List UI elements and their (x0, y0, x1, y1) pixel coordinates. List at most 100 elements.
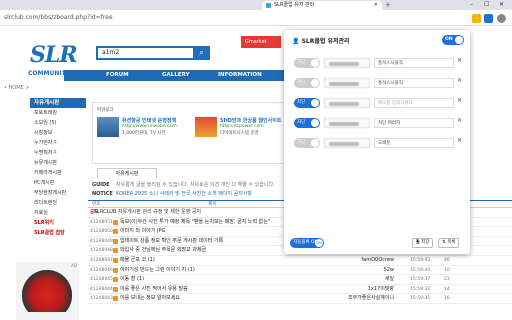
remove-icon[interactable]: ✕ (457, 77, 462, 84)
remove-icon[interactable]: ✕ (457, 57, 462, 64)
remove-icon[interactable]: ✕ (457, 97, 462, 104)
tab-close-icon[interactable]: ✕ (374, 1, 378, 10)
block-toggle-label: 차단 (297, 80, 306, 85)
post-subject[interactable]: SLRCLUB 자유게시판 관리 규정 및 제한 운영 공지 (94, 208, 201, 217)
breadcrumb[interactable]: • HOME > (4, 85, 30, 91)
nav-information[interactable]: INFORMATION (218, 70, 262, 81)
minimize-icon[interactable]: – (470, 0, 473, 10)
sidebar-item[interactable]: PC게시판 (30, 178, 86, 188)
sidebar-item[interactable]: SLR위키 (30, 218, 86, 228)
url-field[interactable]: slrclub.com/bbs/zboard.php?id=free (4, 13, 113, 23)
post-subject[interactable]: 매물 군포 코 (1) (120, 256, 155, 265)
blurred-text (329, 102, 359, 106)
post-author[interactable]: 1x17이빛랑 (334, 285, 394, 294)
post-subject[interactable]: 이미지 외 이야기 JPG (120, 227, 165, 236)
post-subject[interactable]: 업데이트 상품 정보 확인 주문 게시판 데이터 기록 (120, 237, 223, 246)
user-id-field-blurred[interactable] (324, 78, 370, 88)
list-button[interactable]: ⇅ 목록 (438, 238, 460, 248)
sidebar-item[interactable]: 포토트레킹 (30, 108, 86, 118)
memo-field[interactable]: 차단 여러자 (374, 118, 454, 128)
browser-tab[interactable]: SLR클럽 유저 관리 ✕ (262, 1, 382, 10)
power-link-box: 파워링크 뮤션항공 인테넷 운영정책 http://www.nnwebn.com… (92, 102, 290, 164)
blurred-text (329, 122, 359, 126)
remove-icon[interactable]: ✕ (457, 117, 462, 124)
guide-box: GUIDE 자유롭게 글을 올리실 수 있습니다. 자유로운 의견 개진 다 해줄… (92, 181, 292, 199)
block-toggle[interactable]: 차단 (294, 98, 320, 108)
sidebar-header[interactable]: 자유게시판 (30, 98, 86, 108)
save-button-label: 저장 (421, 240, 430, 245)
gmarket-banner[interactable]: Gmarket (241, 36, 281, 48)
post-subject[interactable]: 이를 보내는 정보 알아보세요 (120, 294, 180, 303)
bookmark-star-icon[interactable] (472, 14, 481, 23)
table-row[interactable]: 41248046 이야기성 만드는 그런 이야기 지 (1) S2w 15:59:40… (88, 266, 512, 276)
sidebar-item[interactable]: SLR클럽 잡담 (30, 228, 86, 238)
block-toggle[interactable]: 차단 (294, 58, 320, 68)
memo-field[interactable]: 홍석스시블직 (374, 58, 454, 68)
user-id-field-blurred[interactable] (324, 98, 370, 108)
block-toggle-label: 차단 (297, 100, 306, 105)
save-button[interactable]: 🗎 저장 (412, 238, 434, 248)
user-id-field-blurred[interactable] (324, 118, 370, 128)
block-toggle[interactable]: 차단 (294, 118, 320, 128)
sidebar-item-label: SLR클럽 잡담 (34, 230, 65, 236)
sidebar-item[interactable]: 시장정보 (30, 128, 86, 138)
table-row[interactable]: 41248045 이동 장 (1) 세잎 15:59:37 23 (88, 275, 512, 285)
master-toggle[interactable]: ON (442, 35, 464, 45)
profile-icon[interactable] (497, 14, 506, 23)
ad-unit[interactable]: SHD방과 한상품 웹인사이트 http://dcpower.com 다이렉트시… (195, 117, 285, 157)
sidebar-item[interactable]: 자료실 (30, 208, 86, 218)
site-logo[interactable]: SLR (30, 42, 78, 68)
post-subject[interactable]: 와입사 중 건님께님 주목문 외장교 과제금 (120, 246, 206, 255)
sidebar-item[interactable]: 부당한장게시판 (30, 188, 86, 198)
autosave-toggle[interactable]: 자동블록 ON ON (290, 238, 324, 248)
new-tab-icon[interactable]: + (385, 0, 391, 10)
memo-field[interactable]: 홍석스시블직 (374, 78, 454, 88)
ad-title[interactable]: SHD방과 한상품 웹인사이트 (220, 117, 290, 124)
nav-gallery[interactable]: GALLERY (162, 70, 189, 81)
sidebar-item[interactable]: 리더트렌딩 (30, 198, 86, 208)
post-date: 15:59:32 (410, 286, 431, 292)
maximize-icon[interactable]: ☐ (484, 0, 489, 10)
post-subject[interactable]: 독보(이)두칸 사진 투가 예정 제목 "팬을 눈치보는 패장, 궁지 노력 없… (120, 218, 270, 227)
search-input[interactable]: a1m2 (96, 46, 195, 60)
post-subject[interactable]: 이를 좋은 사진 찍어서 유용 말씀 (120, 285, 188, 294)
user-id-field-blurred[interactable] (324, 58, 370, 68)
table-row[interactable]: 41248044 이를 좋은 사진 찍어서 유용 말씀 1x17이빛랑 15:59:3… (88, 285, 512, 295)
post-date: 15:59:31 (410, 296, 431, 302)
post-date: 15:59:40 (410, 267, 431, 273)
table-row[interactable]: 41248047 매물 군포 코 (1) famO0Ocrew 15:59:43 46 (88, 256, 512, 266)
list-button-label: 목록 (447, 240, 456, 245)
sidebar-item[interactable]: 누가먼저ㅋ (30, 138, 86, 148)
notice-text[interactable]: KOREA 2025 소니 사례리 및 전국 사진전 소개 페이지 공지사항 (116, 190, 252, 199)
block-toggle[interactable]: 차단 (294, 138, 320, 148)
browser-tab-strip: SLR클럽 유저 관리 ✕ + – ☐ ✕ (0, 0, 512, 10)
user-id-field-blurred[interactable] (324, 138, 370, 148)
post-author[interactable]: 세잎 (334, 275, 394, 284)
search-icon[interactable]: ⌕ (193, 46, 210, 60)
remove-icon[interactable]: ✕ (457, 137, 462, 144)
extension-icon[interactable] (484, 14, 493, 23)
sidebar-item[interactable]: 뉴뮤게시판 (30, 158, 86, 168)
memo-field[interactable]: 도배문 (374, 138, 454, 148)
memo-field[interactable]: 메모를 입력하세요 (374, 98, 454, 108)
sidebar-item[interactable]: 카메라게시판 (30, 168, 86, 178)
post-author[interactable]: 조무가좋은사실계이니 (334, 294, 394, 303)
shoe-ad-image (22, 270, 72, 312)
ad-unit[interactable]: 뮤션항공 인테넷 운영정책 http://www.nnwebn.com 1,00… (97, 117, 187, 157)
sidebar-item[interactable]: 누명뭐저ㅋ (30, 148, 86, 158)
ad-title[interactable]: 뮤션항공 인테넷 운영정책 (122, 117, 192, 124)
sidebar-item[interactable]: 소모임 (5) (30, 118, 86, 128)
post-author[interactable]: S2w (334, 266, 394, 275)
post-author[interactable]: famO0Ocrew (334, 256, 394, 265)
post-hits: 23 (444, 277, 450, 283)
post-subject[interactable]: 이동 장 (1) (120, 275, 144, 284)
post-subject[interactable]: 이야기성 만드는 그런 이야기 지 (1) (120, 266, 195, 275)
table-row[interactable]: 41248043 이를 보내는 정보 알아보세요 조무가좋은사실계이니 15:59:3… (88, 294, 512, 304)
side-ad-banner[interactable]: AD (16, 262, 79, 320)
tab-free-board[interactable]: 자유게시판 (97, 168, 157, 178)
window-close-icon[interactable]: ✕ (499, 0, 504, 10)
tab-favicon-icon (266, 3, 271, 8)
block-toggle[interactable]: 차단 (294, 78, 320, 88)
nav-forum[interactable]: FORUM (106, 70, 129, 81)
post-type-icon (113, 267, 118, 273)
